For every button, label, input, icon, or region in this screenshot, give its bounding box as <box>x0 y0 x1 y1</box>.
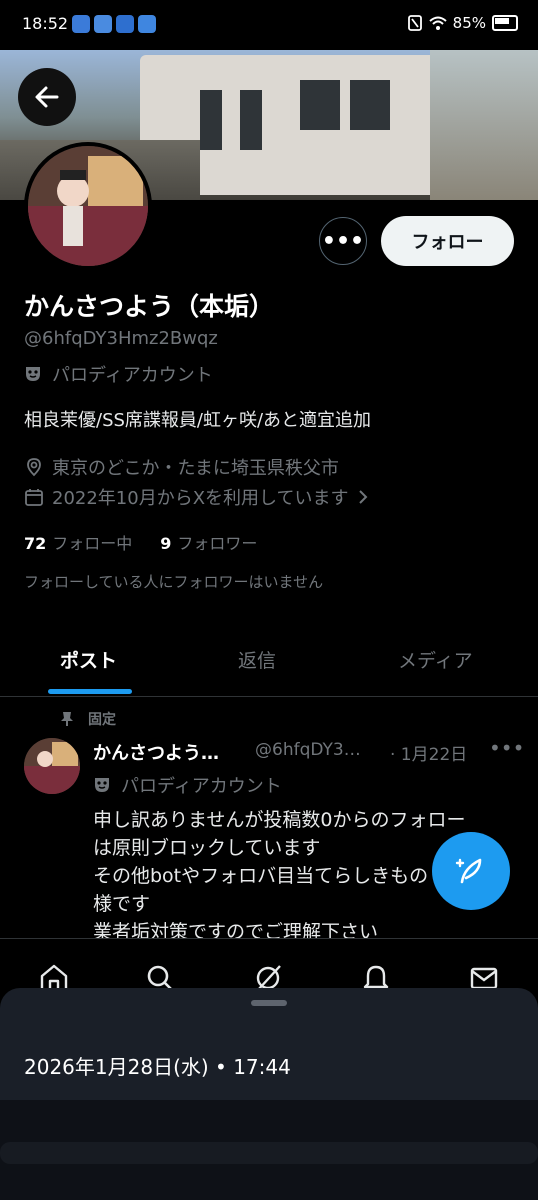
post-author-handle: @6hfqDY3… <box>255 740 361 760</box>
chevron-right-icon <box>358 490 367 504</box>
tab-media[interactable]: メディア <box>398 646 473 673</box>
status-time: 18:52 <box>22 14 69 33</box>
post-date[interactable]: · 1月22日 <box>390 740 467 765</box>
status-indicators: 85% <box>407 14 518 32</box>
followers-label: フォロワー <box>177 534 258 553</box>
tab-replies[interactable]: 返信 <box>238 646 276 673</box>
app-notification-icon <box>72 15 90 33</box>
more-options-button[interactable]: ••• <box>319 217 367 265</box>
parody-label: パロディアカウント <box>24 361 213 387</box>
mask-icon <box>26 367 40 381</box>
shade-datetime: 2026年1月28日(水) • 17:44 <box>24 1055 291 1079</box>
post-parody-label: パロディアカウント <box>93 772 282 798</box>
wifi-icon <box>428 16 447 30</box>
mask-icon <box>95 778 109 792</box>
pinned-indicator: 固定 <box>60 709 116 729</box>
post-parody-text: パロディアカウント <box>121 776 282 797</box>
app-notification-icon <box>138 15 156 33</box>
profile-name: かんさつよう（本垢） <box>24 292 275 321</box>
follow-counts: 72 フォロー中 9 フォロワー <box>24 530 257 554</box>
divider <box>0 696 538 697</box>
profile-avatar[interactable] <box>24 142 152 270</box>
shade-bar <box>0 1142 538 1164</box>
active-tab-indicator <box>48 689 132 694</box>
location-text: 東京のどこか・たまに埼玉県秩父市 <box>52 458 339 479</box>
following-label: フォロー中 <box>52 534 133 553</box>
post-more-button[interactable]: ••• <box>489 736 524 760</box>
profile-bio: 相良茉優/SS席諜報員/虹ヶ咲/あと適宜追加 <box>24 410 372 431</box>
profile-location: 東京のどこか・たまに埼玉県秩父市 <box>24 454 339 480</box>
app-notification-icon <box>116 15 134 33</box>
compose-post-button[interactable] <box>432 832 510 910</box>
battery-icon <box>492 15 518 31</box>
parody-label-text: パロディアカウント <box>52 365 213 386</box>
profile-handle: @6hfqDY3Hmz2Bwqz <box>24 328 218 349</box>
avatar-image <box>28 146 148 266</box>
post-avatar[interactable] <box>24 738 80 794</box>
pinned-label: 固定 <box>88 712 116 728</box>
follow-button[interactable]: フォロー <box>381 216 514 266</box>
followers-link[interactable]: 9 フォロワー <box>160 530 257 554</box>
followers-count: 9 <box>160 534 172 553</box>
back-button[interactable] <box>18 68 76 126</box>
nfc-icon <box>407 15 422 31</box>
arrow-left-icon <box>35 86 59 108</box>
following-count: 72 <box>24 534 47 553</box>
followed-by-note: フォローしている人にフォロワーはいません <box>24 573 324 591</box>
shade-drag-handle[interactable] <box>251 1000 287 1006</box>
location-pin-icon <box>27 458 41 477</box>
profile-joined[interactable]: 2022年10月からXを利用しています <box>24 484 369 510</box>
joined-text: 2022年10月からXを利用しています <box>52 488 349 509</box>
avatar-image <box>24 738 80 794</box>
app-notification-icon <box>94 15 112 33</box>
post-author-name[interactable]: かんさつよう… <box>93 739 219 765</box>
battery-percent: 85% <box>452 14 486 32</box>
pin-icon <box>61 712 73 726</box>
status-bar: 18:52 85% <box>0 0 538 50</box>
compose-feather-icon <box>455 858 482 884</box>
calendar-icon <box>25 489 43 506</box>
tab-posts[interactable]: ポスト <box>60 646 117 673</box>
following-link[interactable]: 72 フォロー中 <box>24 530 132 554</box>
